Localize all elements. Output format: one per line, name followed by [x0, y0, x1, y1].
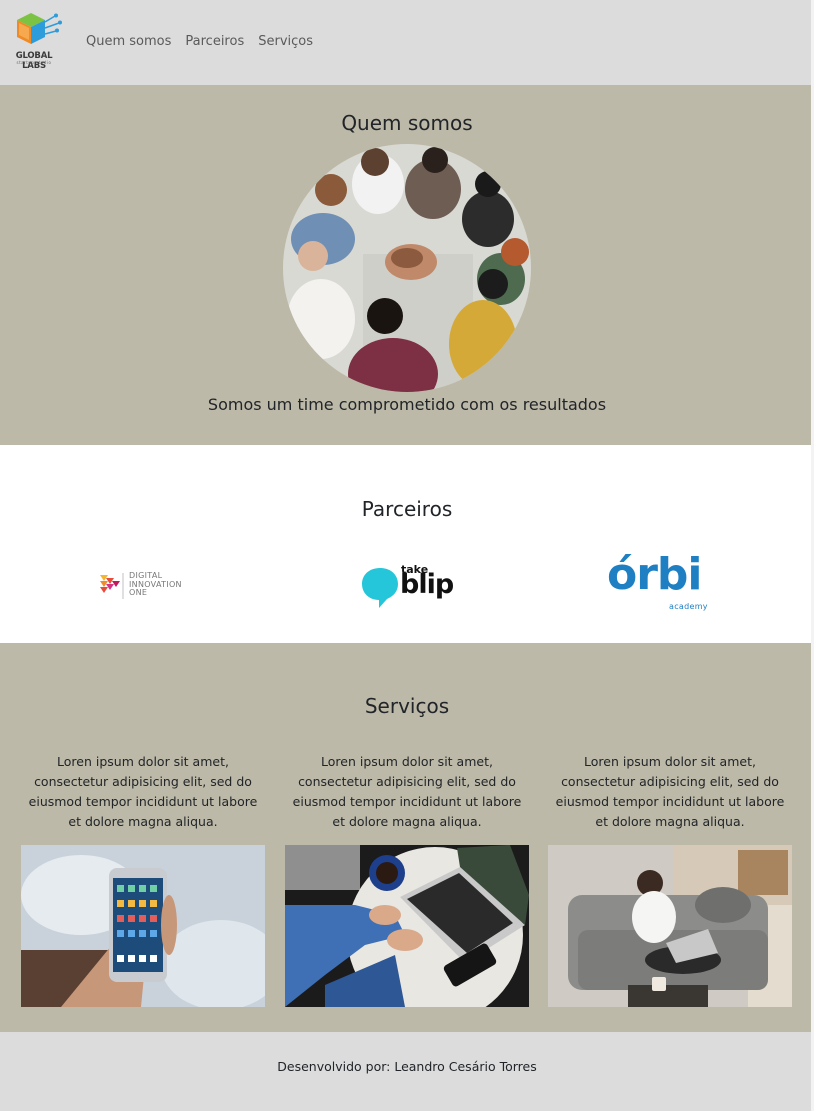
blip-main-text: blip: [400, 569, 454, 600]
logo-subtext: startup studio: [16, 60, 52, 65]
about-tagline: Somos um time comprometido com os result…: [207, 395, 607, 414]
service-3-image-sofa: [548, 845, 792, 1007]
partner-logo-take-blip[interactable]: take blip: [361, 563, 454, 609]
orbi-main-text: órbi: [607, 549, 703, 600]
team-photo: [283, 144, 531, 392]
nav-link-quem-somos[interactable]: Quem somos: [86, 34, 171, 49]
about-title: Quem somos: [341, 111, 473, 135]
service-2-text: Loren ipsum dolor sit amet, consectetur …: [292, 754, 522, 829]
main-nav: Quem somos Parceiros Serviços: [86, 34, 327, 49]
partner-logo-dio[interactable]: DIGITAL INNOVATION ONE: [98, 571, 198, 601]
navbar: GLOBAL LABS startup studio Quem somos Pa…: [0, 0, 814, 85]
cube-logo-icon: [17, 13, 62, 44]
blip-bubble-icon: [362, 568, 398, 608]
nav-link-servicos[interactable]: Serviços: [258, 34, 313, 49]
dio-line-3: ONE: [129, 588, 148, 597]
orbi-sub-text: academy: [669, 602, 708, 611]
service-1-text: Loren ipsum dolor sit amet, consectetur …: [28, 754, 258, 829]
service-1-image-phone: [21, 845, 265, 1007]
services-title: Serviços: [364, 694, 450, 718]
global-labs-logo[interactable]: GLOBAL LABS startup studio: [3, 12, 65, 71]
partners-title: Parceiros: [361, 497, 453, 521]
service-2-image-laptop: [285, 845, 529, 1007]
service-3-text: Loren ipsum dolor sit amet, consectetur …: [555, 754, 785, 829]
partner-logo-orbi[interactable]: órbi academy: [607, 549, 713, 613]
partners-section: [0, 445, 814, 643]
nav-link-parceiros[interactable]: Parceiros: [185, 34, 244, 49]
footer-credit: Desenvolvido por: Leandro Cesário Torres: [277, 1059, 537, 1074]
